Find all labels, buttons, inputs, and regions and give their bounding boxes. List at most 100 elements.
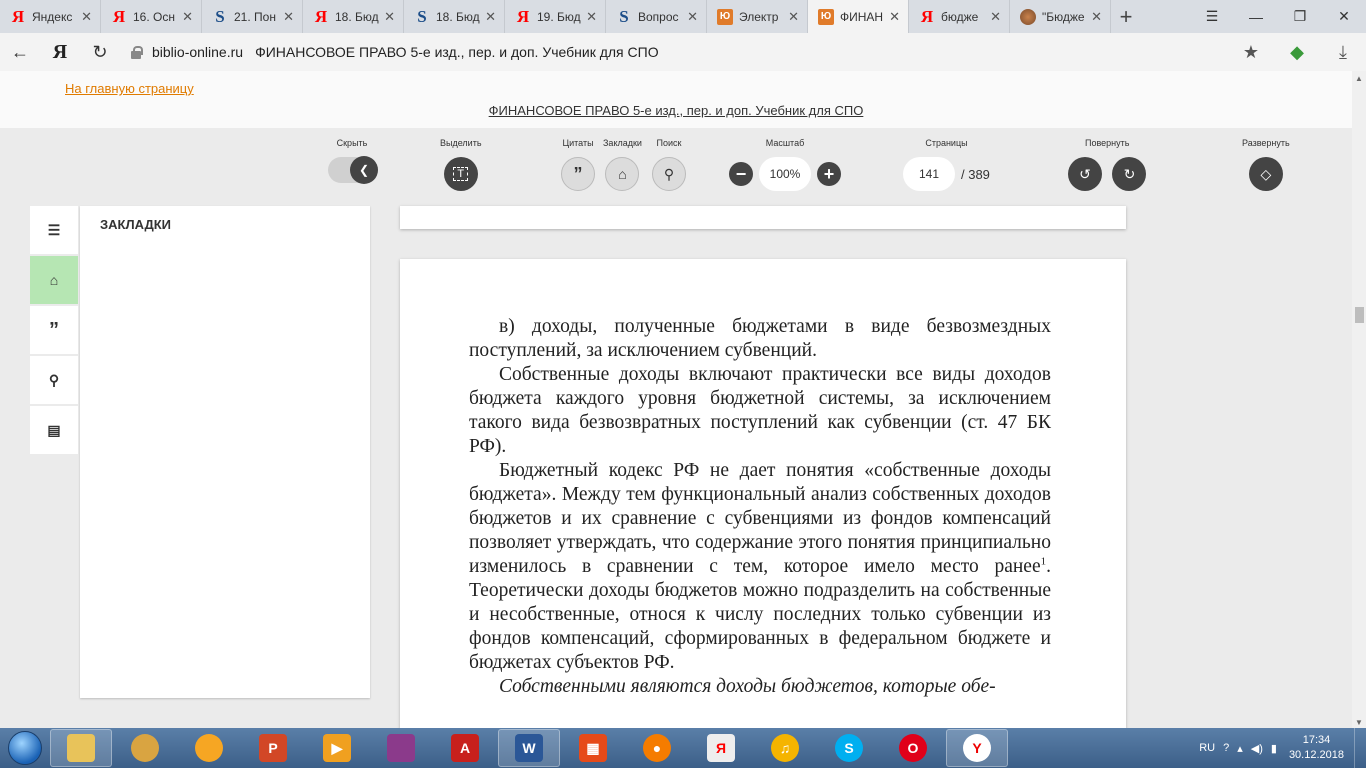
headphones-icon: ♫	[771, 734, 799, 762]
taskbar-audio[interactable]: ♫	[754, 729, 816, 767]
search-button[interactable]: ⚲	[652, 157, 686, 191]
taskbar-acrobat[interactable]: A	[434, 729, 496, 767]
bookmarks-side-button[interactable]: ⌂	[30, 256, 78, 304]
book-title-link[interactable]: ФИНАНСОВОЕ ПРАВО 5-е изд., пер. и доп. У…	[0, 103, 1352, 118]
pages-group: Страницы 141 / 389	[903, 138, 990, 191]
archive-icon	[387, 734, 415, 762]
browser-tab[interactable]: S 21. Пон ✕	[202, 0, 303, 33]
rotate-label: Повернуть	[1085, 138, 1130, 148]
tab-close-icon[interactable]: ✕	[180, 9, 193, 25]
zoom-value: 100%	[759, 157, 811, 191]
back-icon[interactable]: ←	[0, 33, 40, 71]
taskbar-yandex[interactable]: Я	[690, 729, 752, 767]
bookmarks-button[interactable]: ⌂	[605, 157, 640, 191]
taskbar-skype[interactable]: S	[818, 729, 880, 767]
expand-button[interactable]: ◇	[1248, 157, 1283, 191]
search-side-button[interactable]: ⚲	[30, 356, 78, 404]
bookmarks-panel: ЗАКЛАДКИ	[80, 206, 370, 698]
home-link[interactable]: На главную страницу	[65, 81, 194, 96]
browser-tab[interactable]: Ябюдже ✕	[909, 0, 1010, 33]
scroll-up-icon[interactable]: ▲	[1352, 71, 1366, 85]
tab-close-icon[interactable]: ✕	[281, 9, 294, 25]
taskbar-explorer[interactable]	[50, 729, 112, 767]
tab-close-icon[interactable]: ✕	[584, 9, 597, 25]
contents-button[interactable]: ☰	[30, 206, 78, 254]
browser-tab[interactable]: S Вопрос ✕	[606, 0, 707, 33]
browser-tab[interactable]: Я 16. Осн ✕	[101, 0, 202, 33]
taskbar-opera[interactable]: O	[882, 729, 944, 767]
tab-close-icon[interactable]: ✕	[1089, 9, 1102, 25]
lock-icon	[130, 45, 143, 59]
tab-close-icon[interactable]: ✕	[685, 9, 698, 25]
urait-icon: Ю	[717, 8, 733, 25]
taskbar-powerpoint[interactable]: P	[242, 729, 304, 767]
taskbar-yandex-browser[interactable]: Y	[946, 729, 1008, 767]
menu-icon[interactable]: ☰	[1190, 0, 1234, 33]
volume-icon[interactable]: ◀)	[1251, 742, 1263, 755]
clock[interactable]: 17:34 30.12.2018	[1289, 733, 1344, 763]
minimize-icon[interactable]: —	[1234, 0, 1278, 33]
select-text-button[interactable]: T	[443, 157, 478, 191]
download-icon[interactable]: ⤓	[1320, 42, 1366, 63]
network-icon[interactable]: ▮	[1271, 742, 1277, 755]
taskbar-app[interactable]: ●	[626, 729, 688, 767]
tab-close-icon[interactable]: ✕	[382, 9, 395, 25]
browser-tab[interactable]: Я Яндекс ✕	[0, 0, 101, 33]
rotate-right-button[interactable]: ↻	[1112, 157, 1147, 191]
browser-tab[interactable]: Я 19. Бюд ✕	[505, 0, 606, 33]
zoom-out-button[interactable]: −	[729, 162, 753, 186]
extension-icon[interactable]: ◆	[1274, 42, 1320, 63]
tab-close-icon[interactable]: ✕	[786, 9, 799, 25]
taskbar-app[interactable]: ▦	[562, 729, 624, 767]
page-number-input[interactable]: 141	[903, 157, 955, 191]
show-desktop-button[interactable]	[1354, 728, 1366, 768]
zoom-group: Масштаб − 100% +	[729, 138, 841, 191]
tab-close-icon[interactable]: ✕	[483, 9, 496, 25]
new-tab-button[interactable]: +	[1111, 0, 1141, 33]
taskbar-app[interactable]	[178, 729, 240, 767]
taskbar-media-player[interactable]: ▶	[306, 729, 368, 767]
skype-icon: S	[835, 734, 863, 762]
rotate-left-icon: ↺	[1079, 165, 1091, 182]
hide-toggle[interactable]: ❮	[328, 156, 378, 184]
language-indicator[interactable]: RU	[1199, 742, 1215, 754]
quotes-side-button[interactable]: ”	[30, 306, 78, 354]
page-scrollbar[interactable]: ▲ ▼	[1352, 71, 1366, 729]
close-window-icon[interactable]: ✕	[1322, 0, 1366, 33]
browser-tab[interactable]: Я 18. Бюд ✕	[303, 0, 404, 33]
restore-icon[interactable]: ❐	[1278, 0, 1322, 33]
url-field[interactable]: biblio-online.ru ФИНАНСОВОЕ ПРАВО 5-е из…	[120, 37, 1228, 67]
taskbar-word[interactable]: W	[498, 729, 560, 767]
tab-close-icon[interactable]: ✕	[79, 9, 92, 25]
notes-side-button[interactable]: ▤	[30, 406, 78, 454]
browser-tab[interactable]: Ю ФИНАН ✕	[808, 0, 909, 33]
scroll-down-icon[interactable]: ▼	[1352, 715, 1366, 729]
yandex-icon: Я	[516, 6, 530, 26]
search-group: Поиск ⚲	[652, 138, 686, 191]
taskbar-winrar[interactable]	[370, 729, 432, 767]
rotate-left-button[interactable]: ↺	[1068, 157, 1102, 191]
side-menu: ☰ ⌂ ” ⚲ ▤	[30, 206, 78, 456]
reload-icon[interactable]: ↻	[80, 33, 120, 71]
zoom-in-button[interactable]: +	[817, 162, 841, 186]
scroll-thumb[interactable]	[1355, 307, 1364, 323]
browser-tab[interactable]: S 18. Бюд ✕	[404, 0, 505, 33]
clock-time: 17:34	[1302, 734, 1331, 746]
bookmark-star-icon[interactable]: ★	[1228, 42, 1274, 63]
urait-icon: Ю	[818, 8, 834, 25]
start-button[interactable]	[0, 728, 50, 768]
grid-app-icon: ▦	[579, 734, 607, 762]
taskbar-app[interactable]	[114, 729, 176, 767]
help-icon[interactable]: ?	[1223, 742, 1229, 754]
browser-tab[interactable]: Ю Электр ✕	[707, 0, 808, 33]
quotes-button[interactable]: ”	[561, 157, 595, 191]
tray-expand-icon[interactable]: ▴	[1237, 742, 1243, 755]
yandex-home-icon[interactable]: Я	[40, 33, 80, 71]
zoom-label: Масштаб	[765, 138, 805, 148]
previous-page	[400, 206, 1126, 229]
tab-close-icon[interactable]: ✕	[887, 9, 900, 25]
tab-close-icon[interactable]: ✕	[988, 9, 1001, 25]
browser-tab[interactable]: "Бюдже ✕	[1010, 0, 1111, 33]
yandex-browser-icon: Y	[963, 734, 991, 762]
pdf-icon: A	[451, 734, 479, 762]
